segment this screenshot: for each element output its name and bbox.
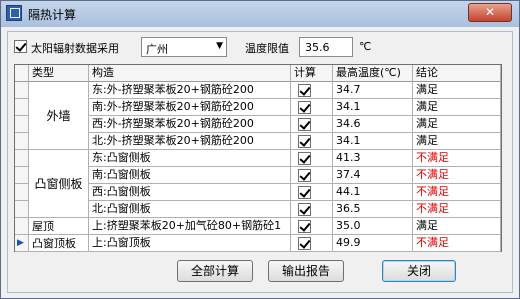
temp-limit-value: 35.6 <box>305 41 330 54</box>
calc-checkbox[interactable] <box>298 186 311 199</box>
max-temp-cell[interactable]: 37.4 <box>333 167 413 184</box>
row-indicator-cell[interactable] <box>15 82 29 99</box>
close-button[interactable]: 关闭 <box>382 260 456 282</box>
temp-unit-label: ℃ <box>359 40 372 53</box>
construction-cell[interactable]: 北:外-挤塑聚苯板20+钢筋砼200 <box>89 133 291 150</box>
row-indicator-cell[interactable] <box>15 201 29 218</box>
city-select[interactable]: 广州 ▼ <box>141 37 227 57</box>
calc-checkbox[interactable] <box>298 203 311 216</box>
window-close-button[interactable]: ✕ <box>468 3 512 22</box>
construction-cell[interactable]: 东:外-挤塑聚苯板20+钢筋砼200 <box>89 82 291 99</box>
max-temp-cell[interactable]: 34.1 <box>333 99 413 116</box>
calc-checkbox[interactable] <box>298 152 311 165</box>
construction-cell[interactable]: 西:外-挤塑聚苯板20+钢筋砼200 <box>89 116 291 133</box>
row-indicator-cell[interactable] <box>15 133 29 150</box>
calc-cell[interactable] <box>291 82 333 99</box>
calc-checkbox[interactable] <box>298 101 311 114</box>
title-bar: 隔热计算 ✕ <box>1 1 519 27</box>
row-indicator-cell[interactable] <box>15 150 29 167</box>
result-cell[interactable]: 不满足 <box>413 184 501 201</box>
construction-cell[interactable]: 上:挤塑聚苯板20+加气砼80+钢筋砼1 <box>89 218 291 235</box>
calc-cell[interactable] <box>291 235 333 252</box>
construction-cell[interactable]: 北:凸窗侧板 <box>89 201 291 218</box>
column-header[interactable]: 最高温度(℃) <box>333 65 413 82</box>
row-indicator-cell[interactable] <box>15 116 29 133</box>
construction-cell[interactable]: 南:凸窗侧板 <box>89 167 291 184</box>
result-cell[interactable]: 满足 <box>413 82 501 99</box>
max-temp-cell[interactable]: 36.5 <box>333 201 413 218</box>
max-temp-cell[interactable]: 35.0 <box>333 218 413 235</box>
construction-cell[interactable]: 西:凸窗侧板 <box>89 184 291 201</box>
type-cell[interactable]: 凸窗顶板 <box>29 235 89 252</box>
calc-checkbox[interactable] <box>298 220 311 233</box>
calc-cell[interactable] <box>291 167 333 184</box>
row-indicator-cell[interactable] <box>15 218 29 235</box>
construction-cell[interactable]: 南:外-挤塑聚苯板20+钢筋砼200 <box>89 99 291 116</box>
construction-cell[interactable]: 东:凸窗侧板 <box>89 150 291 167</box>
results-table: 类型 构造 计算 最高温度(℃) 结论 东:外-挤塑聚苯板20+钢筋砼200 34.7 满足南… <box>14 64 502 252</box>
max-temp-cell[interactable]: 34.7 <box>333 82 413 99</box>
type-cell[interactable]: 外墙 <box>29 82 89 150</box>
row-indicator-cell[interactable] <box>15 99 29 116</box>
row-indicator-cell[interactable]: ▶ <box>15 235 29 252</box>
row-indicator-cell[interactable] <box>15 167 29 184</box>
chevron-down-icon: ▼ <box>216 41 223 51</box>
result-cell[interactable]: 满足 <box>413 99 501 116</box>
current-row-arrow-icon: ▶ <box>17 238 24 248</box>
calc-cell[interactable] <box>291 184 333 201</box>
calc-cell[interactable] <box>291 99 333 116</box>
calc-checkbox[interactable] <box>298 118 311 131</box>
result-cell[interactable]: 满足 <box>413 218 501 235</box>
calc-checkbox[interactable] <box>298 169 311 182</box>
max-temp-cell[interactable]: 34.6 <box>333 116 413 133</box>
type-cell[interactable]: 屋顶 <box>29 218 89 235</box>
max-temp-cell[interactable]: 44.1 <box>333 184 413 201</box>
calc-cell[interactable] <box>291 150 333 167</box>
window-title: 隔热计算 <box>28 8 77 22</box>
header-indicator-cell <box>15 65 29 82</box>
result-cell[interactable]: 不满足 <box>413 235 501 252</box>
max-temp-cell[interactable]: 41.3 <box>333 150 413 167</box>
temp-limit-input[interactable]: 35.6 <box>299 37 353 57</box>
calc-checkbox[interactable] <box>298 84 311 97</box>
calc-cell[interactable] <box>291 201 333 218</box>
calc-cell[interactable] <box>291 116 333 133</box>
calc-cell[interactable] <box>291 133 333 150</box>
row-indicator-cell[interactable] <box>15 184 29 201</box>
export-report-button[interactable]: 输出报告 <box>268 260 344 282</box>
result-cell[interactable]: 不满足 <box>413 150 501 167</box>
column-header[interactable]: 计算 <box>291 65 333 82</box>
result-cell[interactable]: 满足 <box>413 133 501 150</box>
max-temp-cell[interactable]: 49.9 <box>333 235 413 252</box>
solar-data-checkbox[interactable] <box>14 40 27 53</box>
temp-limit-label: 温度限值 <box>245 42 289 55</box>
result-cell[interactable]: 满足 <box>413 116 501 133</box>
result-cell[interactable]: 不满足 <box>413 201 501 218</box>
calc-checkbox[interactable] <box>298 237 311 250</box>
calc-checkbox[interactable] <box>298 135 311 148</box>
max-temp-cell[interactable]: 34.1 <box>333 133 413 150</box>
column-header[interactable]: 构造 <box>89 65 291 82</box>
result-cell[interactable]: 不满足 <box>413 167 501 184</box>
city-select-value: 广州 <box>146 43 168 56</box>
solar-data-label: 太阳辐射数据采用 <box>31 42 119 55</box>
calc-cell[interactable] <box>291 218 333 235</box>
construction-cell[interactable]: 上:凸窗顶板 <box>89 235 291 252</box>
column-header[interactable]: 结论 <box>413 65 501 82</box>
type-cell[interactable]: 凸窗侧板 <box>29 150 89 218</box>
calc-all-button[interactable]: 全部计算 <box>177 260 253 282</box>
app-icon <box>6 5 22 21</box>
column-header[interactable]: 类型 <box>29 65 89 82</box>
